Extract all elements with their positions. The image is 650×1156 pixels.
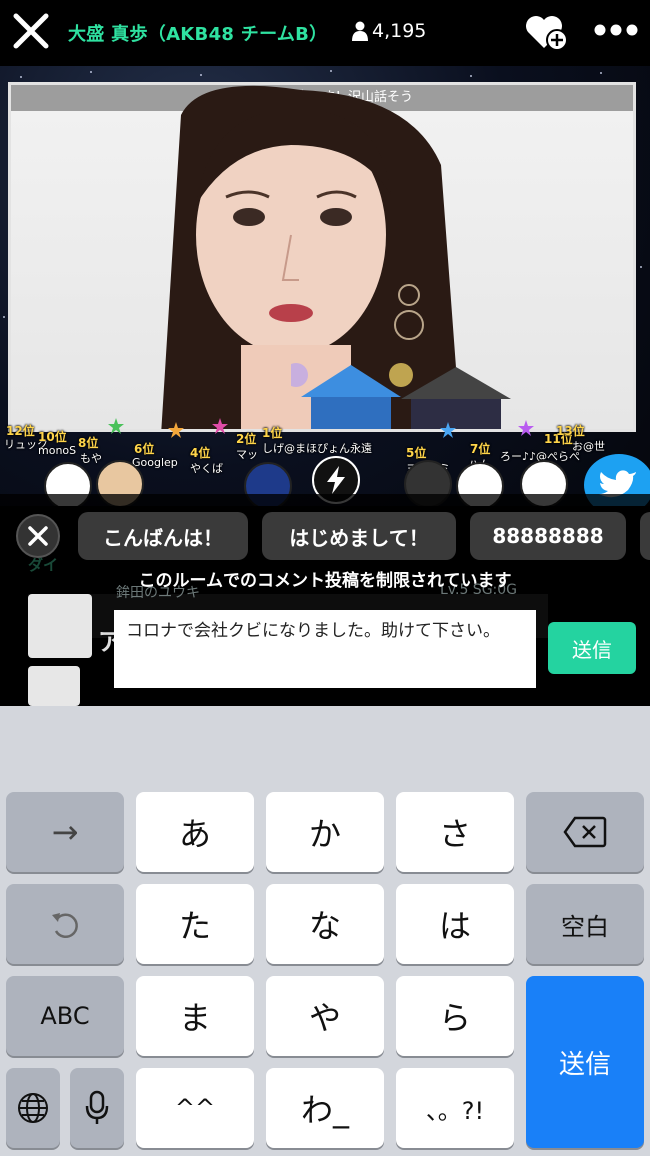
key-globe[interactable] bbox=[6, 1068, 60, 1148]
viewer-count-value: 4,195 bbox=[372, 20, 427, 42]
rank-label: 13位 bbox=[556, 424, 585, 438]
avatar bbox=[28, 666, 80, 706]
quick-comment-button[interactable]: 88888888 bbox=[470, 512, 626, 560]
quick-comment-button[interactable]: こんばんは！ bbox=[78, 512, 248, 560]
undo-icon bbox=[52, 913, 78, 938]
close-icon bbox=[28, 526, 48, 546]
key-ka[interactable]: か bbox=[266, 792, 384, 872]
quick-comment-button[interactable]: はじめまして！ bbox=[262, 512, 456, 560]
more-options-icon[interactable] bbox=[594, 22, 638, 38]
key-ta[interactable]: た bbox=[136, 884, 254, 964]
rank-label: 6位 bbox=[134, 442, 155, 456]
rank-name: しげ@まほぴょん永遠 bbox=[262, 442, 372, 455]
streamer-name: 大盛 真歩（AKB48 チームB） bbox=[68, 24, 328, 45]
microphone-icon bbox=[85, 1090, 109, 1124]
person-icon bbox=[352, 21, 368, 41]
comment-panel: ダイ 鉾田のユウキ Lv.5 SG:0G ア こんばんは！ はじめまして！ 88… bbox=[0, 494, 650, 706]
key-send[interactable]: 送信 bbox=[526, 976, 644, 1148]
restriction-message: このルームでのコメント投稿を制限されています bbox=[138, 571, 512, 591]
star-gift-icon bbox=[108, 418, 124, 434]
favorite-add-icon[interactable] bbox=[522, 10, 570, 54]
star-gift-icon bbox=[518, 420, 534, 436]
keyboard: → あ か さ た な は 空白 ABC ま や ら ^^ わ_ 、。?! 送信 bbox=[0, 706, 650, 1156]
key-dictation[interactable] bbox=[70, 1068, 124, 1148]
star-gift-icon bbox=[212, 418, 228, 434]
quick-comment-button[interactable] bbox=[640, 512, 650, 560]
key-next[interactable]: → bbox=[6, 792, 124, 872]
backspace-icon bbox=[563, 816, 607, 848]
key-wa[interactable]: わ_ bbox=[266, 1068, 384, 1148]
close-quick-comments-button[interactable] bbox=[16, 514, 60, 558]
key-backspace[interactable] bbox=[526, 792, 644, 872]
key-ha[interactable]: は bbox=[396, 884, 514, 964]
key-ma[interactable]: ま bbox=[136, 976, 254, 1056]
key-a[interactable]: あ bbox=[136, 792, 254, 872]
star-gift-icon bbox=[168, 422, 184, 438]
globe-icon bbox=[18, 1093, 48, 1123]
key-abc[interactable]: ABC bbox=[6, 976, 124, 1056]
key-ra[interactable]: ら bbox=[396, 976, 514, 1056]
key-space[interactable]: 空白 bbox=[526, 884, 644, 964]
star-gift-icon bbox=[440, 422, 456, 438]
key-punctuation[interactable]: 、。?! bbox=[396, 1068, 514, 1148]
key-na[interactable]: な bbox=[266, 884, 384, 964]
avatar bbox=[28, 594, 92, 658]
stage: お話会受付中です！沢山話そう 12位 リュック 10位 mon bbox=[0, 66, 650, 506]
rank-label: 8位 bbox=[78, 436, 99, 450]
key-emoticon[interactable]: ^^ bbox=[136, 1068, 254, 1148]
rank-label: 1位 bbox=[262, 426, 283, 440]
video-frame[interactable]: お話会受付中です！沢山話そう bbox=[8, 82, 636, 432]
close-icon[interactable] bbox=[12, 12, 50, 50]
viewer-count: 4,195 bbox=[352, 20, 426, 42]
key-undo[interactable] bbox=[6, 884, 124, 964]
rank-label: 10位 bbox=[38, 430, 67, 444]
rank-label: 7位 bbox=[470, 442, 491, 456]
rank-label: 2位 bbox=[236, 432, 257, 446]
top-bar: 大盛 真歩（AKB48 チームB） 4,195 bbox=[0, 0, 650, 66]
key-ya[interactable]: や bbox=[266, 976, 384, 1056]
send-button[interactable]: 送信 bbox=[548, 622, 636, 674]
comment-input[interactable] bbox=[114, 610, 536, 688]
key-sa[interactable]: さ bbox=[396, 792, 514, 872]
